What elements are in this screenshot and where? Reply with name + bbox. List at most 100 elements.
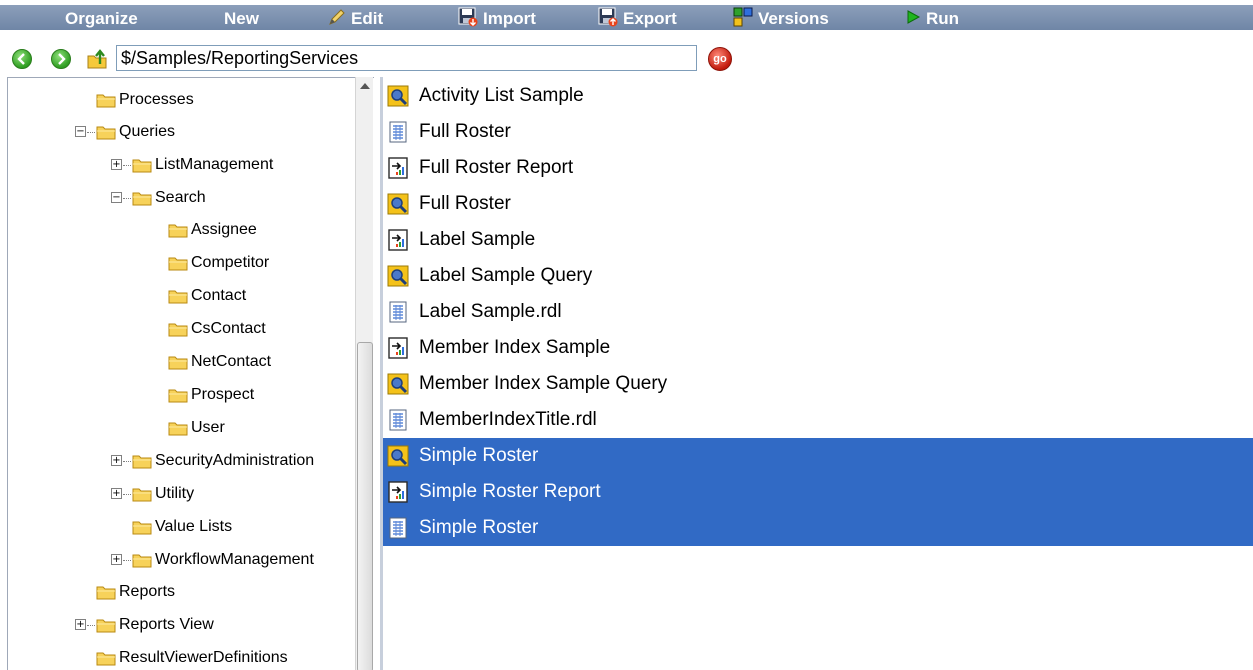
tree-item-netcontact[interactable]: NetContact bbox=[168, 349, 271, 375]
folder-icon bbox=[168, 422, 188, 436]
collapse-queries-toggle[interactable]: − bbox=[75, 126, 86, 137]
list-item-selected[interactable]: Simple Roster bbox=[383, 438, 1253, 474]
tree-label: Processes bbox=[119, 91, 194, 108]
tree-item-prospect[interactable]: Prospect bbox=[168, 382, 254, 408]
folder-icon bbox=[96, 94, 116, 108]
folder-icon bbox=[96, 126, 116, 140]
forward-button[interactable] bbox=[51, 49, 71, 69]
tree-scrollbar[interactable] bbox=[355, 77, 373, 670]
folder-icon bbox=[168, 389, 188, 403]
folder-icon bbox=[132, 159, 152, 173]
tree-label: NetContact bbox=[191, 353, 272, 370]
report-icon bbox=[388, 229, 408, 251]
go-button[interactable]: go bbox=[708, 47, 732, 71]
tree-label: Contact bbox=[191, 287, 247, 304]
tree-item-value-lists[interactable]: Value Lists bbox=[132, 514, 232, 540]
rdl-file-icon bbox=[389, 409, 407, 431]
tree-label: Reports bbox=[119, 583, 176, 600]
report-icon bbox=[388, 481, 408, 503]
folder-icon bbox=[96, 619, 116, 633]
tree-label: Queries bbox=[119, 123, 176, 140]
list-item-label: Member Index Sample Query bbox=[419, 373, 668, 394]
tree-item-processes[interactable]: Processes bbox=[96, 87, 194, 113]
rdl-file-icon bbox=[389, 121, 407, 143]
list-item-selected[interactable]: Simple Roster bbox=[383, 510, 1253, 546]
folder-icon bbox=[132, 554, 152, 568]
tree-item-competitor[interactable]: Competitor bbox=[168, 250, 269, 276]
list-item[interactable]: Activity List Sample bbox=[383, 78, 1253, 114]
list-item[interactable]: Member Index Sample Query bbox=[383, 366, 1253, 402]
list-item-label: Full Roster Report bbox=[419, 157, 574, 178]
tree-label: WorkflowManagement bbox=[155, 551, 314, 568]
pencil-icon bbox=[328, 8, 346, 31]
list-item[interactable]: Label Sample.rdl bbox=[383, 294, 1253, 330]
up-folder-button[interactable] bbox=[86, 46, 110, 70]
tree-item-resultviewerdefinitions[interactable]: ResultViewerDefinitions bbox=[96, 645, 288, 670]
collapse-search-toggle[interactable]: − bbox=[111, 192, 122, 203]
tree-label: Competitor bbox=[191, 254, 270, 271]
tree-item-contact[interactable]: Contact bbox=[168, 283, 246, 309]
list-item-label: Label Sample bbox=[419, 229, 536, 250]
expand-securityadministration-toggle[interactable]: + bbox=[111, 455, 122, 466]
scrollbar-thumb[interactable] bbox=[357, 342, 373, 670]
folder-icon bbox=[132, 192, 152, 206]
go-label: go bbox=[713, 53, 727, 65]
run-button[interactable]: Run bbox=[905, 8, 959, 30]
folder-tree: Processes − Queries + ListManagement − S… bbox=[7, 77, 374, 670]
tree-label: Reports View bbox=[119, 616, 214, 633]
tree-item-listmanagement[interactable]: ListManagement bbox=[132, 152, 273, 178]
toolbar: Organize New Edit Import Export Versions… bbox=[0, 0, 1253, 40]
expand-utility-toggle[interactable]: + bbox=[111, 488, 122, 499]
import-button[interactable]: Import bbox=[458, 7, 536, 30]
versions-icon bbox=[733, 7, 753, 32]
expand-workflowmanagement-toggle[interactable]: + bbox=[111, 554, 122, 565]
scroll-up-arrow-icon[interactable] bbox=[360, 83, 370, 89]
tree-label: ListManagement bbox=[155, 156, 274, 173]
list-item[interactable]: Full Roster bbox=[383, 114, 1253, 150]
tree-item-user[interactable]: User bbox=[168, 415, 225, 441]
list-item[interactable]: Label Sample bbox=[383, 222, 1253, 258]
tree-item-reports-view[interactable]: Reports View bbox=[96, 612, 214, 638]
new-menu[interactable]: New bbox=[224, 8, 259, 30]
query-icon bbox=[387, 445, 409, 467]
run-icon bbox=[905, 9, 921, 30]
back-button[interactable] bbox=[12, 49, 32, 69]
list-item[interactable]: Label Sample Query bbox=[383, 258, 1253, 294]
report-icon bbox=[388, 337, 408, 359]
up-folder-icon bbox=[87, 49, 107, 69]
list-item[interactable]: MemberIndexTitle.rdl bbox=[383, 402, 1253, 438]
tree-item-assignee[interactable]: Assignee bbox=[168, 217, 257, 243]
list-item-label: Full Roster bbox=[419, 193, 511, 214]
list-item-label: Simple Roster Report bbox=[419, 481, 601, 502]
folder-icon bbox=[132, 455, 152, 469]
tree-item-search[interactable]: Search bbox=[132, 185, 206, 211]
organize-menu[interactable]: Organize bbox=[65, 8, 138, 30]
list-item-selected[interactable]: Simple Roster Report bbox=[383, 474, 1253, 510]
run-label: Run bbox=[926, 9, 960, 28]
tree-item-reports[interactable]: Reports bbox=[96, 579, 175, 605]
list-item[interactable]: Full Roster Report bbox=[383, 150, 1253, 186]
export-button[interactable]: Export bbox=[598, 7, 677, 30]
edit-button[interactable]: Edit bbox=[328, 8, 383, 30]
tree-item-queries[interactable]: Queries bbox=[96, 119, 175, 145]
tree-label: Search bbox=[155, 189, 206, 206]
tree-item-cscontact[interactable]: CsContact bbox=[168, 316, 266, 342]
expand-listmanagement-toggle[interactable]: + bbox=[111, 159, 122, 170]
tree-item-workflowmanagement[interactable]: WorkflowManagement bbox=[132, 547, 314, 573]
list-item-label: Simple Roster bbox=[419, 517, 539, 538]
tree-label: Value Lists bbox=[155, 518, 233, 535]
list-item[interactable]: Full Roster bbox=[383, 186, 1253, 222]
versions-button[interactable]: Versions bbox=[733, 7, 829, 32]
tree-label: SecurityAdministration bbox=[155, 452, 315, 469]
path-input[interactable] bbox=[116, 45, 697, 71]
address-bar: go bbox=[0, 40, 1253, 76]
folder-icon bbox=[96, 652, 116, 666]
tree-label: ResultViewerDefinitions bbox=[119, 649, 288, 666]
folder-icon bbox=[168, 224, 188, 238]
rdl-file-icon bbox=[389, 517, 407, 539]
expand-reports-view-toggle[interactable]: + bbox=[75, 619, 86, 630]
arrow-right-icon bbox=[58, 53, 66, 65]
tree-item-utility[interactable]: Utility bbox=[132, 481, 194, 507]
list-item[interactable]: Member Index Sample bbox=[383, 330, 1253, 366]
tree-item-securityadministration[interactable]: SecurityAdministration bbox=[132, 448, 314, 474]
